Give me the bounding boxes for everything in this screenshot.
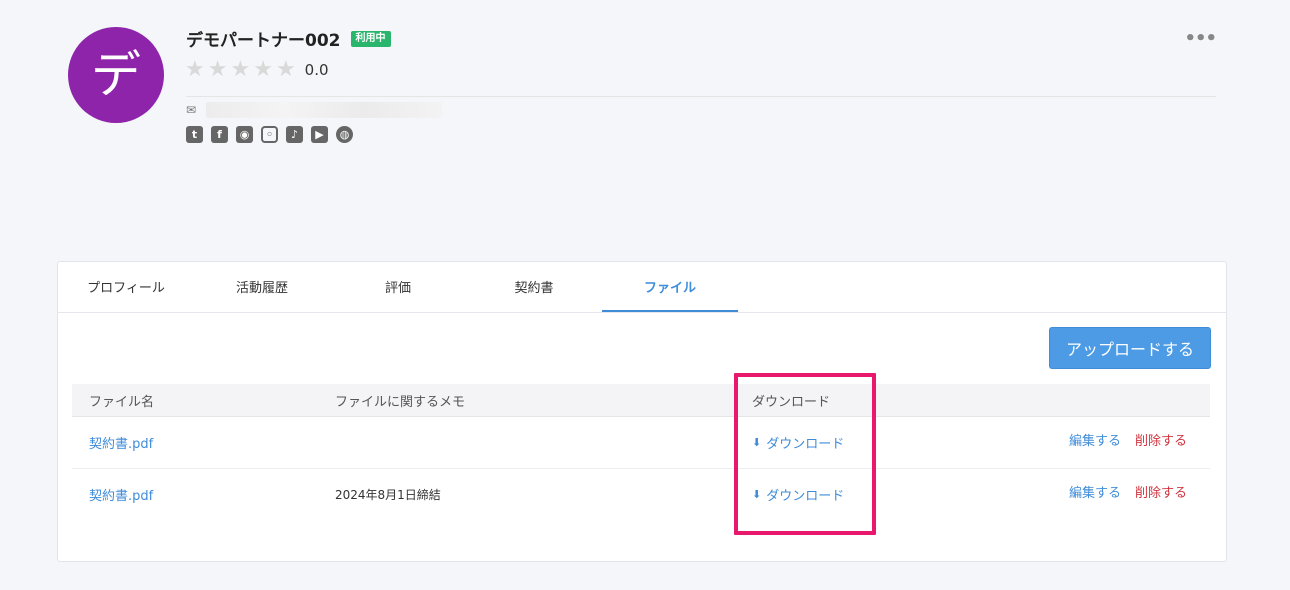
upload-button[interactable]: アップロードする <box>1049 327 1211 369</box>
facebook-icon[interactable]: f <box>211 126 228 143</box>
edit-link[interactable]: 編集する <box>1069 414 1121 465</box>
table-row: 契約書.pdf 2024年8月1日締結 ⬇ ダウンロード 編集する 削除する <box>72 469 1210 520</box>
header-file-name: ファイル名 <box>89 394 155 410</box>
twitter-icon[interactable]: t <box>186 126 203 143</box>
more-options-icon[interactable]: ••• <box>1184 28 1217 49</box>
detail-card: プロフィール 活動履歴 評価 契約書 ファイル アップロードする ファイル名 フ… <box>57 261 1227 562</box>
tab-activity-history[interactable]: 活動履歴 <box>194 262 330 310</box>
header-memo: ファイルに関するメモ <box>335 394 466 410</box>
social-links: t f ◉ ◦ ♪ ▶ ◍ <box>186 126 353 143</box>
delete-link[interactable]: 削除する <box>1135 466 1187 517</box>
file-name-link[interactable]: 契約書.pdf <box>89 417 153 468</box>
rating: ★ ★ ★ ★ ★ 0.0 <box>185 58 329 82</box>
file-name-link[interactable]: 契約書.pdf <box>89 469 153 520</box>
github-icon[interactable]: ◉ <box>236 126 253 143</box>
star-icon: ★ <box>207 57 228 82</box>
header-download: ダウンロード <box>752 394 831 410</box>
download-link[interactable]: ⬇ ダウンロード <box>752 469 844 520</box>
star-icon: ★ <box>185 57 205 82</box>
tab-profile[interactable]: プロフィール <box>58 262 194 310</box>
email-redacted <box>206 102 442 118</box>
tiktok-icon[interactable]: ♪ <box>286 126 303 143</box>
download-label: ダウンロード <box>766 437 845 452</box>
file-memo: 2024年8月1日締結 <box>335 488 441 502</box>
status-badge: 利用中 <box>350 30 391 47</box>
tab-bar: プロフィール 活動履歴 評価 契約書 ファイル <box>58 262 1226 313</box>
divider <box>186 96 1216 97</box>
youtube-icon[interactable]: ▶ <box>311 126 328 143</box>
name-row: デモパートナー002 利用中 <box>186 26 391 51</box>
star-icon: ★ <box>253 57 273 82</box>
partner-name: デモパートナー002 <box>186 31 341 51</box>
mail-icon: ✉ <box>186 103 197 117</box>
tab-files[interactable]: ファイル <box>602 262 738 312</box>
rating-value: 0.0 <box>304 61 329 79</box>
profile-header: デ デモパートナー002 利用中 ★ ★ ★ ★ ★ 0.0 ••• ✉ t f… <box>0 0 1290 200</box>
instagram-icon[interactable]: ◦ <box>261 126 278 143</box>
avatar: デ <box>68 27 164 123</box>
download-label: ダウンロード <box>766 489 845 504</box>
delete-link[interactable]: 削除する <box>1135 414 1187 465</box>
download-icon: ⬇ <box>752 436 762 449</box>
star-icon: ★ <box>275 57 296 82</box>
files-table: ファイル名 ファイルに関するメモ ダウンロード 契約書.pdf ⬇ ダウンロード… <box>72 384 1210 520</box>
table-row: 契約書.pdf ⬇ ダウンロード 編集する 削除する <box>72 417 1210 469</box>
email-row: ✉ <box>186 102 442 118</box>
website-icon[interactable]: ◍ <box>336 126 353 143</box>
tab-reviews[interactable]: 評価 <box>330 262 466 310</box>
edit-link[interactable]: 編集する <box>1069 466 1121 517</box>
download-icon: ⬇ <box>752 488 762 501</box>
download-link[interactable]: ⬇ ダウンロード <box>752 417 844 468</box>
tab-contracts[interactable]: 契約書 <box>466 262 602 310</box>
star-icon: ★ <box>230 57 251 82</box>
table-header: ファイル名 ファイルに関するメモ ダウンロード <box>72 384 1210 417</box>
